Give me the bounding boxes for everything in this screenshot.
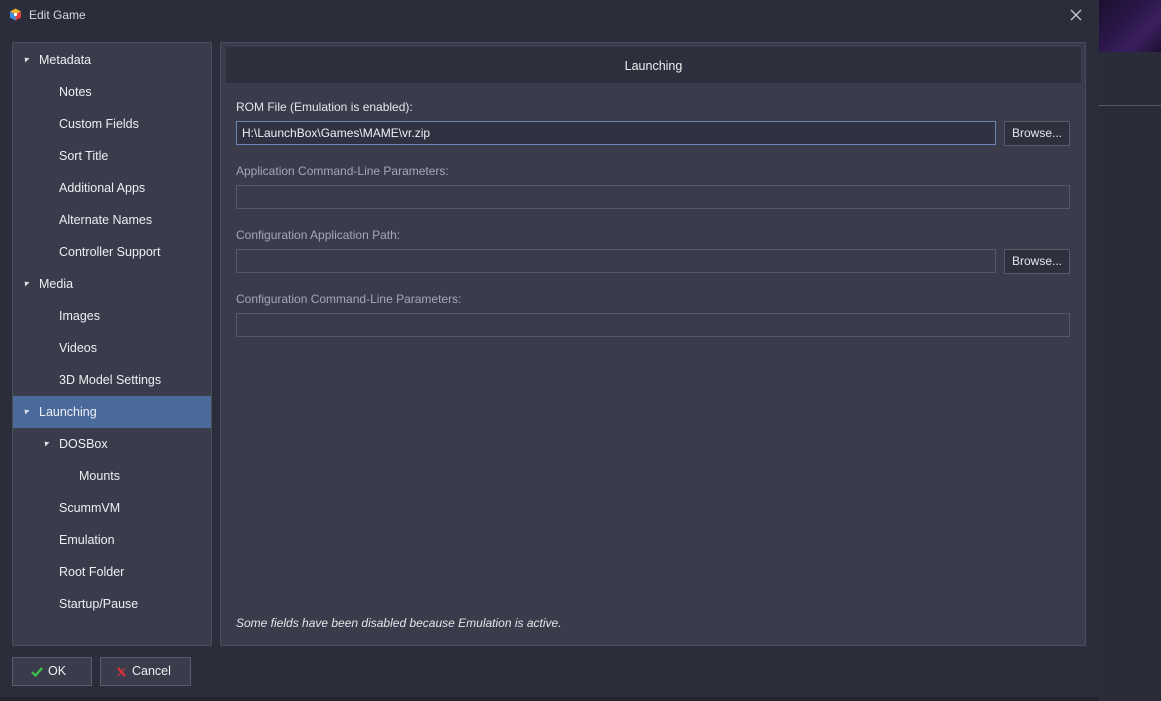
rom-file-input[interactable]: H:\LaunchBox\Games\MAME\vr.zip xyxy=(236,121,996,145)
expand-arrow-icon[interactable] xyxy=(22,407,30,415)
launching-panel: Launching ROM File (Emulation is enabled… xyxy=(220,42,1086,646)
sidebar-item-media[interactable]: Media xyxy=(13,268,211,300)
sidebar-item-3d-model-settings[interactable]: 3D Model Settings xyxy=(13,364,211,396)
sidebar-item-label: Media xyxy=(39,277,74,291)
launchbox-logo-icon xyxy=(10,8,21,21)
config-path-label: Configuration Application Path: xyxy=(236,228,401,242)
config-params-input[interactable] xyxy=(236,313,1070,337)
cancel-label: Cancel xyxy=(132,664,171,678)
config-path-input[interactable] xyxy=(236,249,996,273)
ok-label: OK xyxy=(48,664,67,678)
sidebar-item-label: Videos xyxy=(59,341,97,355)
sidebar-item-label: ScummVM xyxy=(59,501,121,515)
window-title: Edit Game xyxy=(29,8,86,22)
sidebar-item-label: Launching xyxy=(39,405,97,419)
rom-file-label: ROM File (Emulation is enabled): xyxy=(236,100,413,114)
title-bar: Edit Game xyxy=(0,0,1099,30)
sidebar-item-notes[interactable]: Notes xyxy=(13,76,211,108)
sidebar-item-custom-fields[interactable]: Custom Fields xyxy=(13,108,211,140)
sidebar-item-label: Mounts xyxy=(79,469,120,483)
sidebar-item-label: Root Folder xyxy=(59,565,125,579)
sidebar-item-controller-support[interactable]: Controller Support xyxy=(13,236,211,268)
sidebar-item-label: Custom Fields xyxy=(59,117,139,131)
rom-file-browse-button[interactable]: Browse... xyxy=(1004,121,1070,146)
emulation-note: Some fields have been disabled because E… xyxy=(236,616,562,630)
sidebar-item-images[interactable]: Images xyxy=(13,300,211,332)
sidebar-item-label: Metadata xyxy=(39,53,92,67)
sidebar-tree: Metadata Notes Custom Fields Sort Title … xyxy=(12,42,212,646)
sidebar-item-mounts[interactable]: Mounts xyxy=(13,460,211,492)
sidebar-item-root-folder[interactable]: Root Folder xyxy=(13,556,211,588)
sidebar-item-label: Additional Apps xyxy=(59,181,146,195)
expand-arrow-icon[interactable] xyxy=(22,55,30,63)
config-params-label: Configuration Command-Line Parameters: xyxy=(236,292,462,306)
background-divider xyxy=(1099,105,1161,106)
app-params-input[interactable] xyxy=(236,185,1070,209)
sidebar-item-label: Alternate Names xyxy=(59,213,153,227)
sidebar-item-label: Controller Support xyxy=(59,245,161,259)
window-bottom-edge xyxy=(0,697,1099,701)
sidebar-item-label: Sort Title xyxy=(59,149,109,163)
sidebar-item-label: 3D Model Settings xyxy=(59,373,162,387)
sidebar-item-scummvm[interactable]: ScummVM xyxy=(13,492,211,524)
sidebar-item-additional-apps[interactable]: Additional Apps xyxy=(13,172,211,204)
sidebar-item-startup-pause[interactable]: Startup/Pause xyxy=(13,588,211,620)
expand-arrow-icon[interactable] xyxy=(22,279,30,287)
sidebar-item-label: Images xyxy=(59,309,100,323)
app-params-label: Application Command-Line Parameters: xyxy=(236,164,449,178)
background-window xyxy=(1099,0,1161,701)
sidebar-item-sort-title[interactable]: Sort Title xyxy=(13,140,211,172)
sidebar-item-label: DOSBox xyxy=(59,437,108,451)
sidebar-item-alternate-names[interactable]: Alternate Names xyxy=(13,204,211,236)
panel-header: Launching xyxy=(226,47,1081,83)
ok-button[interactable]: OK xyxy=(12,657,92,686)
close-icon[interactable] xyxy=(1068,7,1084,23)
expand-arrow-icon[interactable] xyxy=(42,439,50,447)
sidebar-item-launching[interactable]: Launching xyxy=(13,396,211,428)
sidebar-item-metadata[interactable]: Metadata xyxy=(13,44,211,76)
sidebar-item-videos[interactable]: Videos xyxy=(13,332,211,364)
sidebar-item-emulation[interactable]: Emulation xyxy=(13,524,211,556)
cancel-button[interactable]: Cancel xyxy=(100,657,191,686)
sidebar-item-label: Startup/Pause xyxy=(59,597,139,611)
background-thumbnail xyxy=(1099,0,1161,52)
checkmark-icon xyxy=(31,667,43,678)
config-path-browse-button[interactable]: Browse... xyxy=(1004,249,1070,274)
sidebar-item-label: Emulation xyxy=(59,533,115,547)
sidebar-item-dosbox[interactable]: DOSBox xyxy=(13,428,211,460)
sidebar-item-label: Notes xyxy=(59,85,92,99)
x-icon xyxy=(117,667,126,677)
